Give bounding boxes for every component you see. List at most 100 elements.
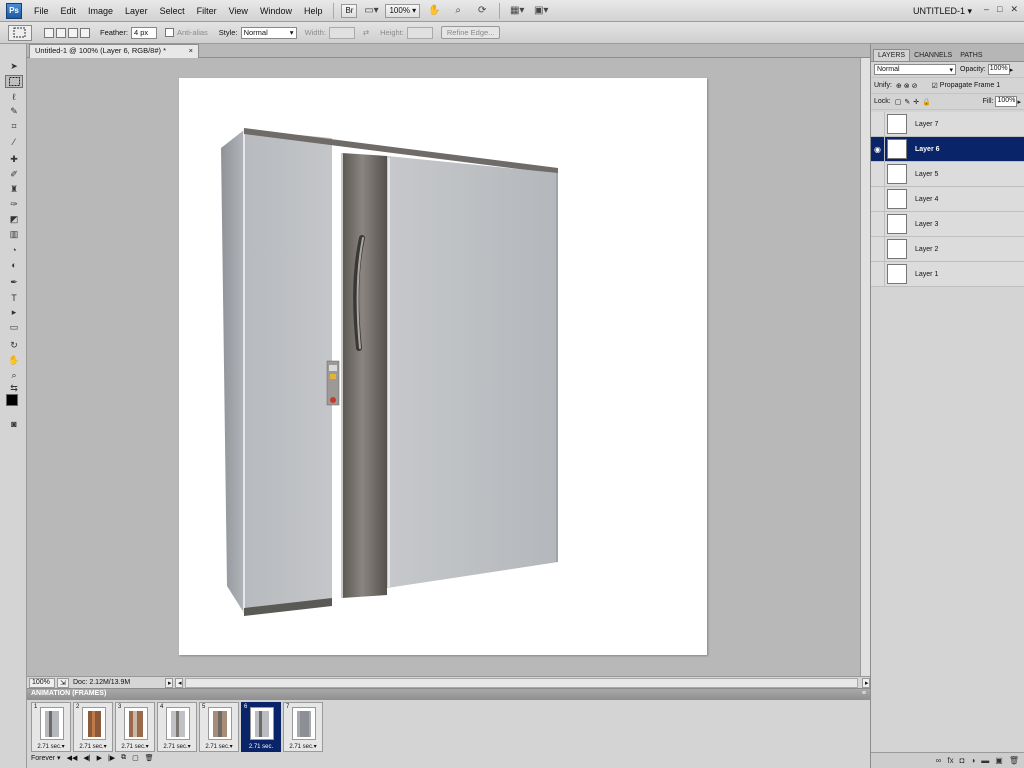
tab-channels[interactable]: CHANNELS [910,50,956,61]
frame-delay[interactable]: 2.71 sec.▾ [158,743,196,750]
quick-mask-icon[interactable]: ◙ [5,417,23,430]
pen-tool-icon[interactable]: ✒ [5,276,23,289]
subtract-selection-button[interactable] [68,27,78,38]
add-selection-button[interactable] [56,27,66,38]
hand-tool-icon[interactable]: ✋ [5,354,23,367]
menu-help[interactable]: Help [298,0,329,22]
rectangular-marquee-tool-icon[interactable] [5,75,23,88]
menu-filter[interactable]: Filter [191,0,223,22]
layer-row[interactable]: Layer 7 [871,111,1024,137]
lock-buttons-icon[interactable]: ▢✎✛🔒 [895,98,934,106]
new-selection-button[interactable] [44,27,54,38]
animation-frame[interactable]: 5 2.71 sec.▾ [199,702,239,752]
intersect-selection-button[interactable] [80,27,90,38]
layer-row[interactable]: Layer 3 [871,211,1024,237]
animation-frame[interactable]: 4 2.71 sec.▾ [157,702,197,752]
lasso-tool-icon[interactable]: ℓ [5,90,23,103]
frame-delay[interactable]: 2.71 sec.▾ [284,743,322,750]
animation-frame[interactable]: 2 2.71 sec.▾ [73,702,113,752]
fill-slider-arrow-icon[interactable]: ▸ [1017,98,1021,106]
previous-frame-icon[interactable]: ◀| [83,754,90,762]
menu-layer[interactable]: Layer [119,0,154,22]
shape-tool-icon[interactable]: ▭ [5,321,23,334]
view-extras-icon[interactable]: ▭▾ [362,3,380,19]
zoom-level-dropdown[interactable]: 100% ▾ [385,3,421,18]
opacity-input[interactable]: 100% [987,64,1010,75]
tool-preset-picker[interactable] [8,24,32,41]
menu-image[interactable]: Image [82,0,119,22]
path-selection-tool-icon[interactable]: ▸ [5,306,23,319]
canvas-area[interactable] [27,58,860,676]
history-brush-tool-icon[interactable]: ✑ [5,198,23,211]
visibility-toggle[interactable] [871,261,885,287]
healing-brush-tool-icon[interactable]: ✚ [5,153,23,166]
frame-delay[interactable]: 2.71 sec.▾ [200,743,238,750]
frame-delay[interactable]: 2.71 sec.▾ [116,743,154,750]
link-layers-icon[interactable]: ∞ [936,756,942,765]
zoom-field[interactable]: 100% [29,677,55,688]
delete-frame-icon[interactable]: 🗑 [145,754,154,762]
close-tab-icon[interactable]: × [189,46,193,57]
eraser-tool-icon[interactable]: ◩ [5,213,23,226]
layer-row[interactable]: Layer 1 [871,261,1024,287]
menu-edit[interactable]: Edit [55,0,83,22]
antialias-checkbox[interactable] [164,28,174,37]
zoom-tool-icon[interactable]: ⌕ [5,369,23,382]
visibility-toggle[interactable] [871,186,885,212]
menu-file[interactable]: File [28,0,55,22]
height-input[interactable] [406,26,433,39]
crop-tool-icon[interactable]: ⌗ [5,120,23,133]
clone-stamp-tool-icon[interactable]: ♜ [5,183,23,196]
eye-icon[interactable]: ◉ [871,136,885,162]
eyedropper-tool-icon[interactable]: ⁄ [5,135,23,148]
animation-frame[interactable]: 7 2.71 sec.▾ [283,702,323,752]
visibility-toggle[interactable] [871,211,885,237]
scroll-left-icon[interactable]: ◂ [175,677,183,688]
zoom-tool-icon[interactable]: ⌕ [449,3,467,19]
frame-delay[interactable]: 2.71 sec. [242,744,280,750]
frame-delay[interactable]: 2.71 sec.▾ [74,743,112,750]
propagate-checkbox[interactable]: ☑ [932,82,938,90]
rotate-view-icon[interactable]: ⟳ [473,3,491,19]
refine-edge-button[interactable]: Refine Edge... [440,26,501,39]
feather-input[interactable]: 4 px [130,26,157,39]
workspace-title[interactable]: UNTITLED-1 ▾ [913,0,972,22]
swap-icon[interactable]: ⇄ [363,28,369,37]
close-icon[interactable]: ✕ [1010,4,1018,15]
play-icon[interactable]: ▶ [97,754,102,762]
bridge-button[interactable]: Br [341,3,358,18]
layer-row[interactable]: Layer 2 [871,236,1024,262]
vertical-scrollbar[interactable] [860,58,870,676]
horizontal-scrollbar[interactable] [185,677,858,688]
unify-buttons-icon[interactable]: ⊕⊗⊘ [896,82,920,90]
blend-mode-select[interactable]: Normal ▾ [874,64,956,75]
width-input[interactable] [328,26,355,39]
menu-select[interactable]: Select [154,0,191,22]
panel-menu-icon[interactable]: ≡ [862,690,866,699]
loop-options-select[interactable]: Forever ▾ [31,754,61,762]
hand-tool-icon[interactable]: ✋ [425,3,443,19]
foreground-color-swatch[interactable] [6,394,18,406]
visibility-toggle[interactable] [871,111,885,137]
first-frame-icon[interactable]: ◀◀ [67,754,78,762]
menu-window[interactable]: Window [254,0,298,22]
layer-mask-icon[interactable]: ◘ [960,756,965,765]
scroll-right-icon[interactable]: ▸ [862,677,870,688]
document-canvas[interactable] [179,78,707,655]
layer-style-icon[interactable]: fx [947,756,953,765]
new-group-icon[interactable]: ▬ [981,756,989,765]
tab-paths[interactable]: PATHS [956,50,986,61]
minimize-icon[interactable]: – [984,4,989,15]
tween-icon[interactable]: ⧉ [121,754,126,762]
animation-frame-selected[interactable]: 6 2.71 sec. [241,702,281,752]
animation-frame[interactable]: 1 2.71 sec.▾ [31,702,71,752]
type-tool-icon[interactable]: T [5,291,23,304]
new-layer-icon[interactable]: ▣ [995,756,1003,765]
menu-view[interactable]: View [223,0,254,22]
dodge-tool-icon[interactable]: ◐ [5,258,23,271]
brush-tool-icon[interactable]: ✐ [5,168,23,181]
maximize-icon[interactable]: □ [997,4,1002,15]
frame-delay[interactable]: 2.71 sec.▾ [32,743,70,750]
arrange-documents-icon[interactable]: ▦▾ [508,3,526,19]
layer-row[interactable]: Layer 4 [871,186,1024,212]
